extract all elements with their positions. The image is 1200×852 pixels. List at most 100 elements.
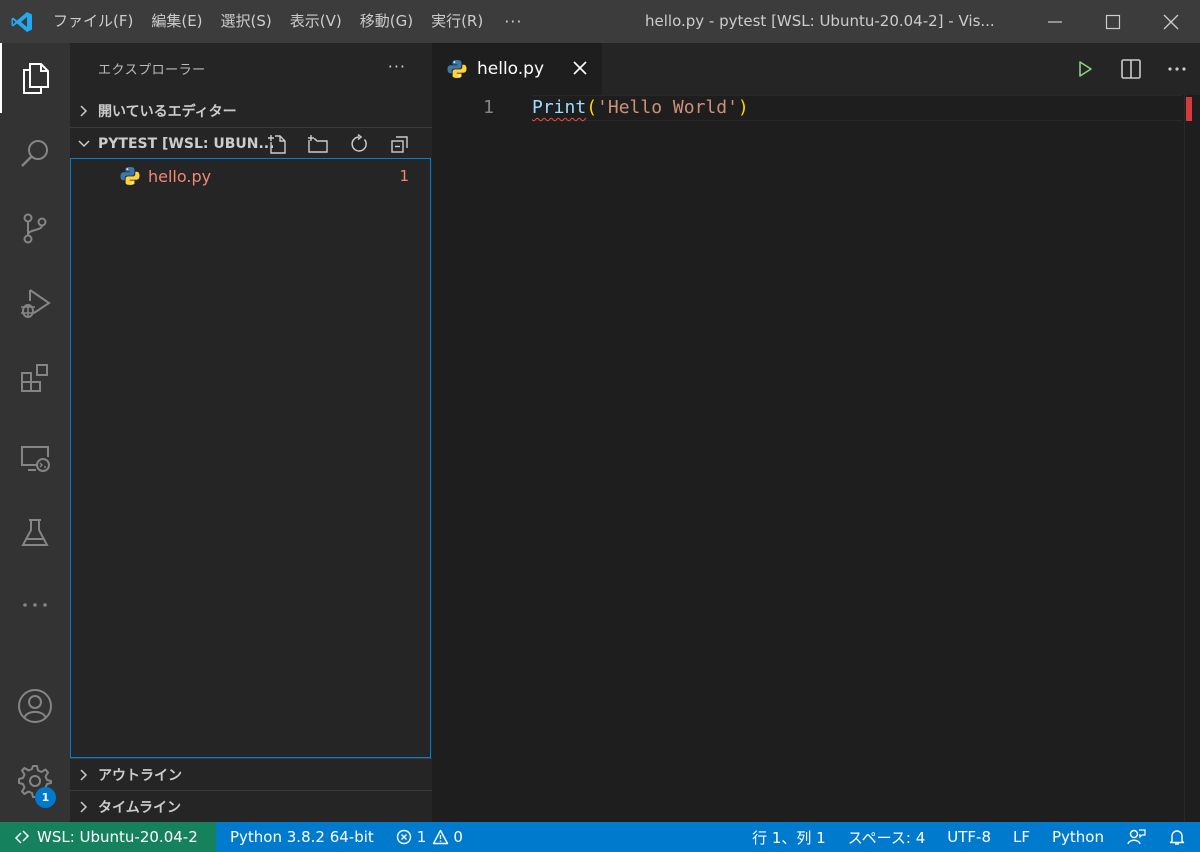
maximize-icon xyxy=(1105,14,1121,29)
title-bar: ファイル(F) 編集(E) 選択(S) 表示(V) 移動(G) 実行(R) ··… xyxy=(0,0,1200,43)
editor-more-button[interactable] xyxy=(1154,43,1200,95)
section-folder-label: PYTEST [WSL: UBUN... xyxy=(98,135,275,152)
code-line[interactable]: Print('Hello World') xyxy=(532,95,749,121)
python-file-icon xyxy=(447,59,467,79)
minimize-icon xyxy=(1048,20,1062,23)
remote-explorer-icon xyxy=(21,446,50,472)
menu-bar: ファイル(F) 編集(E) 選択(S) 表示(V) 移動(G) 実行(R) ··… xyxy=(44,0,534,43)
refresh-icon xyxy=(350,134,367,152)
section-folder[interactable]: PYTEST [WSL: UBUN... xyxy=(70,127,432,159)
section-outline-label: アウトライン xyxy=(98,767,182,784)
activity-accounts[interactable] xyxy=(0,671,70,741)
activity-bar: 1 xyxy=(0,43,70,822)
play-icon xyxy=(1079,61,1092,77)
remote-label: WSL: Ubuntu-20.04-2 xyxy=(37,828,198,846)
menu-more[interactable]: ··· xyxy=(492,0,534,43)
refresh-button[interactable] xyxy=(338,132,379,156)
language-mode[interactable]: Python xyxy=(1041,822,1115,852)
code-token-function: Print xyxy=(532,97,587,118)
menu-view[interactable]: 表示(V) xyxy=(281,0,351,43)
tab-label: hello.py xyxy=(477,59,545,79)
tab-close-button[interactable] xyxy=(570,58,590,78)
files-icon xyxy=(23,63,49,94)
menu-edit[interactable]: 編集(E) xyxy=(142,0,211,43)
activity-more[interactable] xyxy=(0,570,70,640)
source-control-icon xyxy=(23,213,47,244)
python-file-icon xyxy=(120,166,140,186)
extensions-icon xyxy=(21,364,48,392)
remote-icon xyxy=(14,830,30,844)
section-timeline-label: タイムライン xyxy=(98,799,182,816)
new-folder-icon xyxy=(307,135,328,153)
vscode-logo-icon[interactable] xyxy=(0,0,44,43)
end-of-line[interactable]: LF xyxy=(1002,822,1041,852)
activity-explorer[interactable] xyxy=(0,43,70,113)
collapse-all-button[interactable] xyxy=(379,132,420,156)
new-file-button[interactable] xyxy=(256,132,297,156)
feedback-icon xyxy=(1127,829,1146,845)
remote-indicator[interactable]: WSL: Ubuntu-20.04-2 xyxy=(0,822,216,852)
problems-indicator[interactable]: 1 0 xyxy=(385,822,474,852)
bell-icon xyxy=(1169,830,1185,845)
minimize-button[interactable] xyxy=(1026,0,1084,43)
activity-extensions[interactable] xyxy=(0,343,70,413)
code-token-paren-close: ) xyxy=(737,97,749,118)
indentation[interactable]: スペース: 4 xyxy=(837,822,937,852)
activity-source-control[interactable] xyxy=(0,193,70,263)
menu-go[interactable]: 移動(G) xyxy=(351,0,422,43)
activity-testing[interactable] xyxy=(0,498,70,568)
menu-file[interactable]: ファイル(F) xyxy=(44,0,142,43)
explorer-more-button[interactable]: ··· xyxy=(388,57,406,76)
account-icon xyxy=(18,689,52,723)
maximize-button[interactable] xyxy=(1084,0,1142,43)
close-window-button[interactable] xyxy=(1142,0,1200,43)
close-icon xyxy=(573,61,587,75)
cursor-position[interactable]: 行 1、列 1 xyxy=(741,822,837,852)
code-editor[interactable]: 1 Print('Hello World') xyxy=(432,95,1200,822)
python-interpreter[interactable]: Python 3.8.2 64-bit xyxy=(216,822,385,852)
more-icon xyxy=(1168,67,1186,71)
encoding[interactable]: UTF-8 xyxy=(936,822,1002,852)
code-token-paren-open: ( xyxy=(586,97,598,118)
menu-run[interactable]: 実行(R) xyxy=(422,0,492,43)
line-number: 1 xyxy=(483,97,494,118)
tab-hello-py[interactable]: hello.py xyxy=(432,43,602,95)
search-icon xyxy=(21,140,48,167)
explorer-title: エクスプローラー xyxy=(98,62,206,78)
chevron-right-icon xyxy=(70,104,98,118)
section-timeline[interactable]: タイムライン xyxy=(70,790,432,822)
vertical-scrollbar[interactable] xyxy=(1184,95,1200,822)
section-outline[interactable]: アウトライン xyxy=(70,758,432,790)
activity-search[interactable] xyxy=(0,118,70,188)
notifications-button[interactable] xyxy=(1157,822,1200,852)
explorer-sidebar: エクスプローラー ··· 開いているエディター PYTEST [WSL: UBU… xyxy=(70,43,432,822)
section-open-editors[interactable]: 開いているエディター xyxy=(70,95,432,127)
status-right: 行 1、列 1 スペース: 4 UTF-8 LF Python xyxy=(741,822,1200,852)
split-editor-button[interactable] xyxy=(1108,43,1154,95)
feedback-button[interactable] xyxy=(1115,822,1157,852)
explorer-header: エクスプローラー ··· xyxy=(70,43,432,93)
warning-icon xyxy=(433,829,449,845)
window-controls xyxy=(1026,0,1200,43)
editor-actions xyxy=(1062,43,1200,95)
status-bar: WSL: Ubuntu-20.04-2 Python 3.8.2 64-bit … xyxy=(0,822,1200,852)
collapse-all-icon xyxy=(390,136,408,153)
split-editor-icon xyxy=(1121,59,1141,79)
activity-run-debug[interactable] xyxy=(0,268,70,338)
folder-actions xyxy=(256,132,420,156)
error-count: 1 xyxy=(416,828,427,846)
warning-count: 0 xyxy=(453,828,463,846)
section-open-editors-label: 開いているエディター xyxy=(98,104,237,120)
activity-manage[interactable]: 1 xyxy=(0,746,70,816)
error-overview-marker xyxy=(1186,97,1192,121)
chevron-right-icon xyxy=(70,800,98,814)
settings-badge: 1 xyxy=(35,787,56,808)
problem-count: 1 xyxy=(399,167,409,185)
run-python-button[interactable] xyxy=(1062,43,1108,95)
new-folder-button[interactable] xyxy=(297,132,338,156)
chevron-down-icon xyxy=(70,137,98,151)
file-row-hello-py[interactable]: hello.py 1 xyxy=(71,161,430,191)
error-icon xyxy=(396,829,411,845)
activity-remote-explorer[interactable] xyxy=(0,423,70,493)
menu-selection[interactable]: 選択(S) xyxy=(212,0,281,43)
